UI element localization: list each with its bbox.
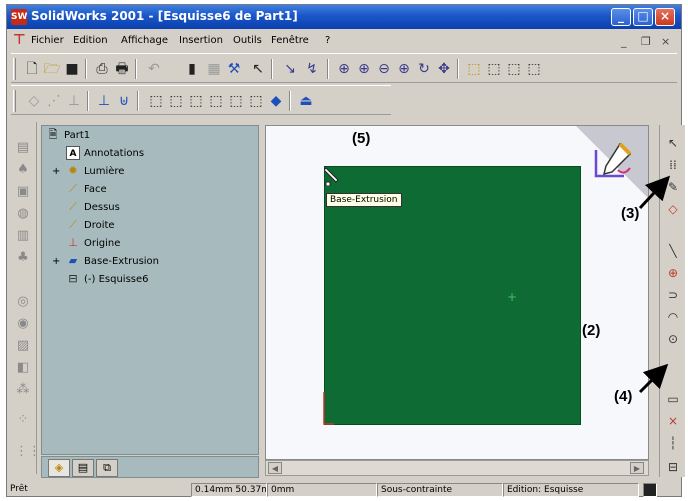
callout-arrows <box>638 175 671 394</box>
callout-3-arrow <box>638 175 671 210</box>
callout-4-arrow <box>638 363 669 394</box>
